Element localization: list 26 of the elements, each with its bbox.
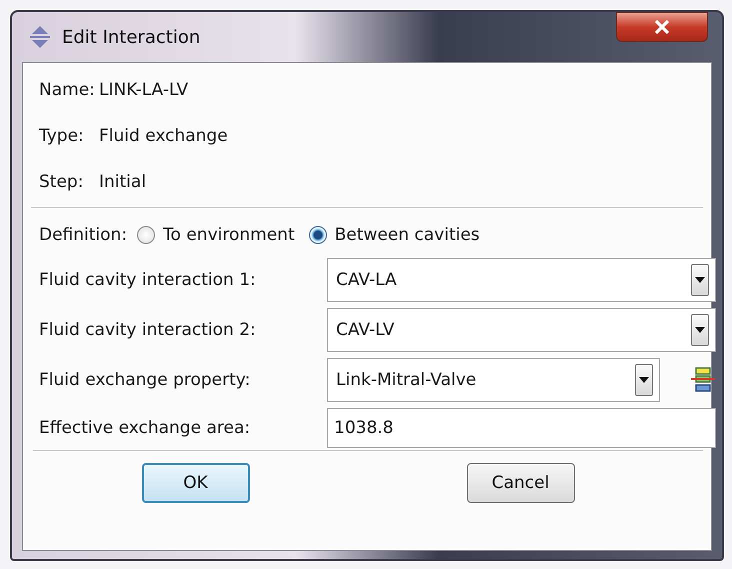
radio-button[interactable]: [137, 226, 156, 244]
definition-label: Definition:: [39, 225, 128, 245]
close-button[interactable]: [616, 12, 708, 42]
info-value: Fluid exchange: [99, 126, 228, 146]
info-value: Initial: [99, 172, 146, 192]
info-label: Name:: [39, 80, 96, 100]
close-icon: [654, 20, 670, 34]
arrows-icon: [28, 25, 52, 49]
window-title: Edit Interaction: [62, 26, 200, 48]
radio-option[interactable]: To environment: [137, 225, 295, 245]
radio-button[interactable]: [308, 226, 327, 244]
field-label: Fluid exchange property:: [39, 370, 252, 390]
dropdown-field[interactable]: CAV-LA: [327, 258, 716, 302]
field-label: Fluid cavity interaction 1:: [39, 270, 257, 290]
dialog-button[interactable]: Cancel: [466, 463, 574, 503]
input-field[interactable]: 1038.8: [327, 408, 716, 448]
dialog-button[interactable]: OK: [142, 463, 250, 503]
field-label: Fluid cavity interaction 2:: [39, 320, 257, 340]
info-label: Step:: [39, 172, 84, 192]
dropdown-field[interactable]: CAV-LV: [327, 308, 716, 352]
info-value: LINK-LA-LV: [99, 80, 188, 100]
stack-icon[interactable]: [690, 366, 716, 394]
radio-option[interactable]: Between cavities: [308, 225, 480, 245]
field-label: Effective exchange area:: [39, 418, 252, 438]
info-label: Type:: [39, 126, 85, 146]
dropdown-field[interactable]: Link-Mitral-Valve: [327, 358, 660, 402]
